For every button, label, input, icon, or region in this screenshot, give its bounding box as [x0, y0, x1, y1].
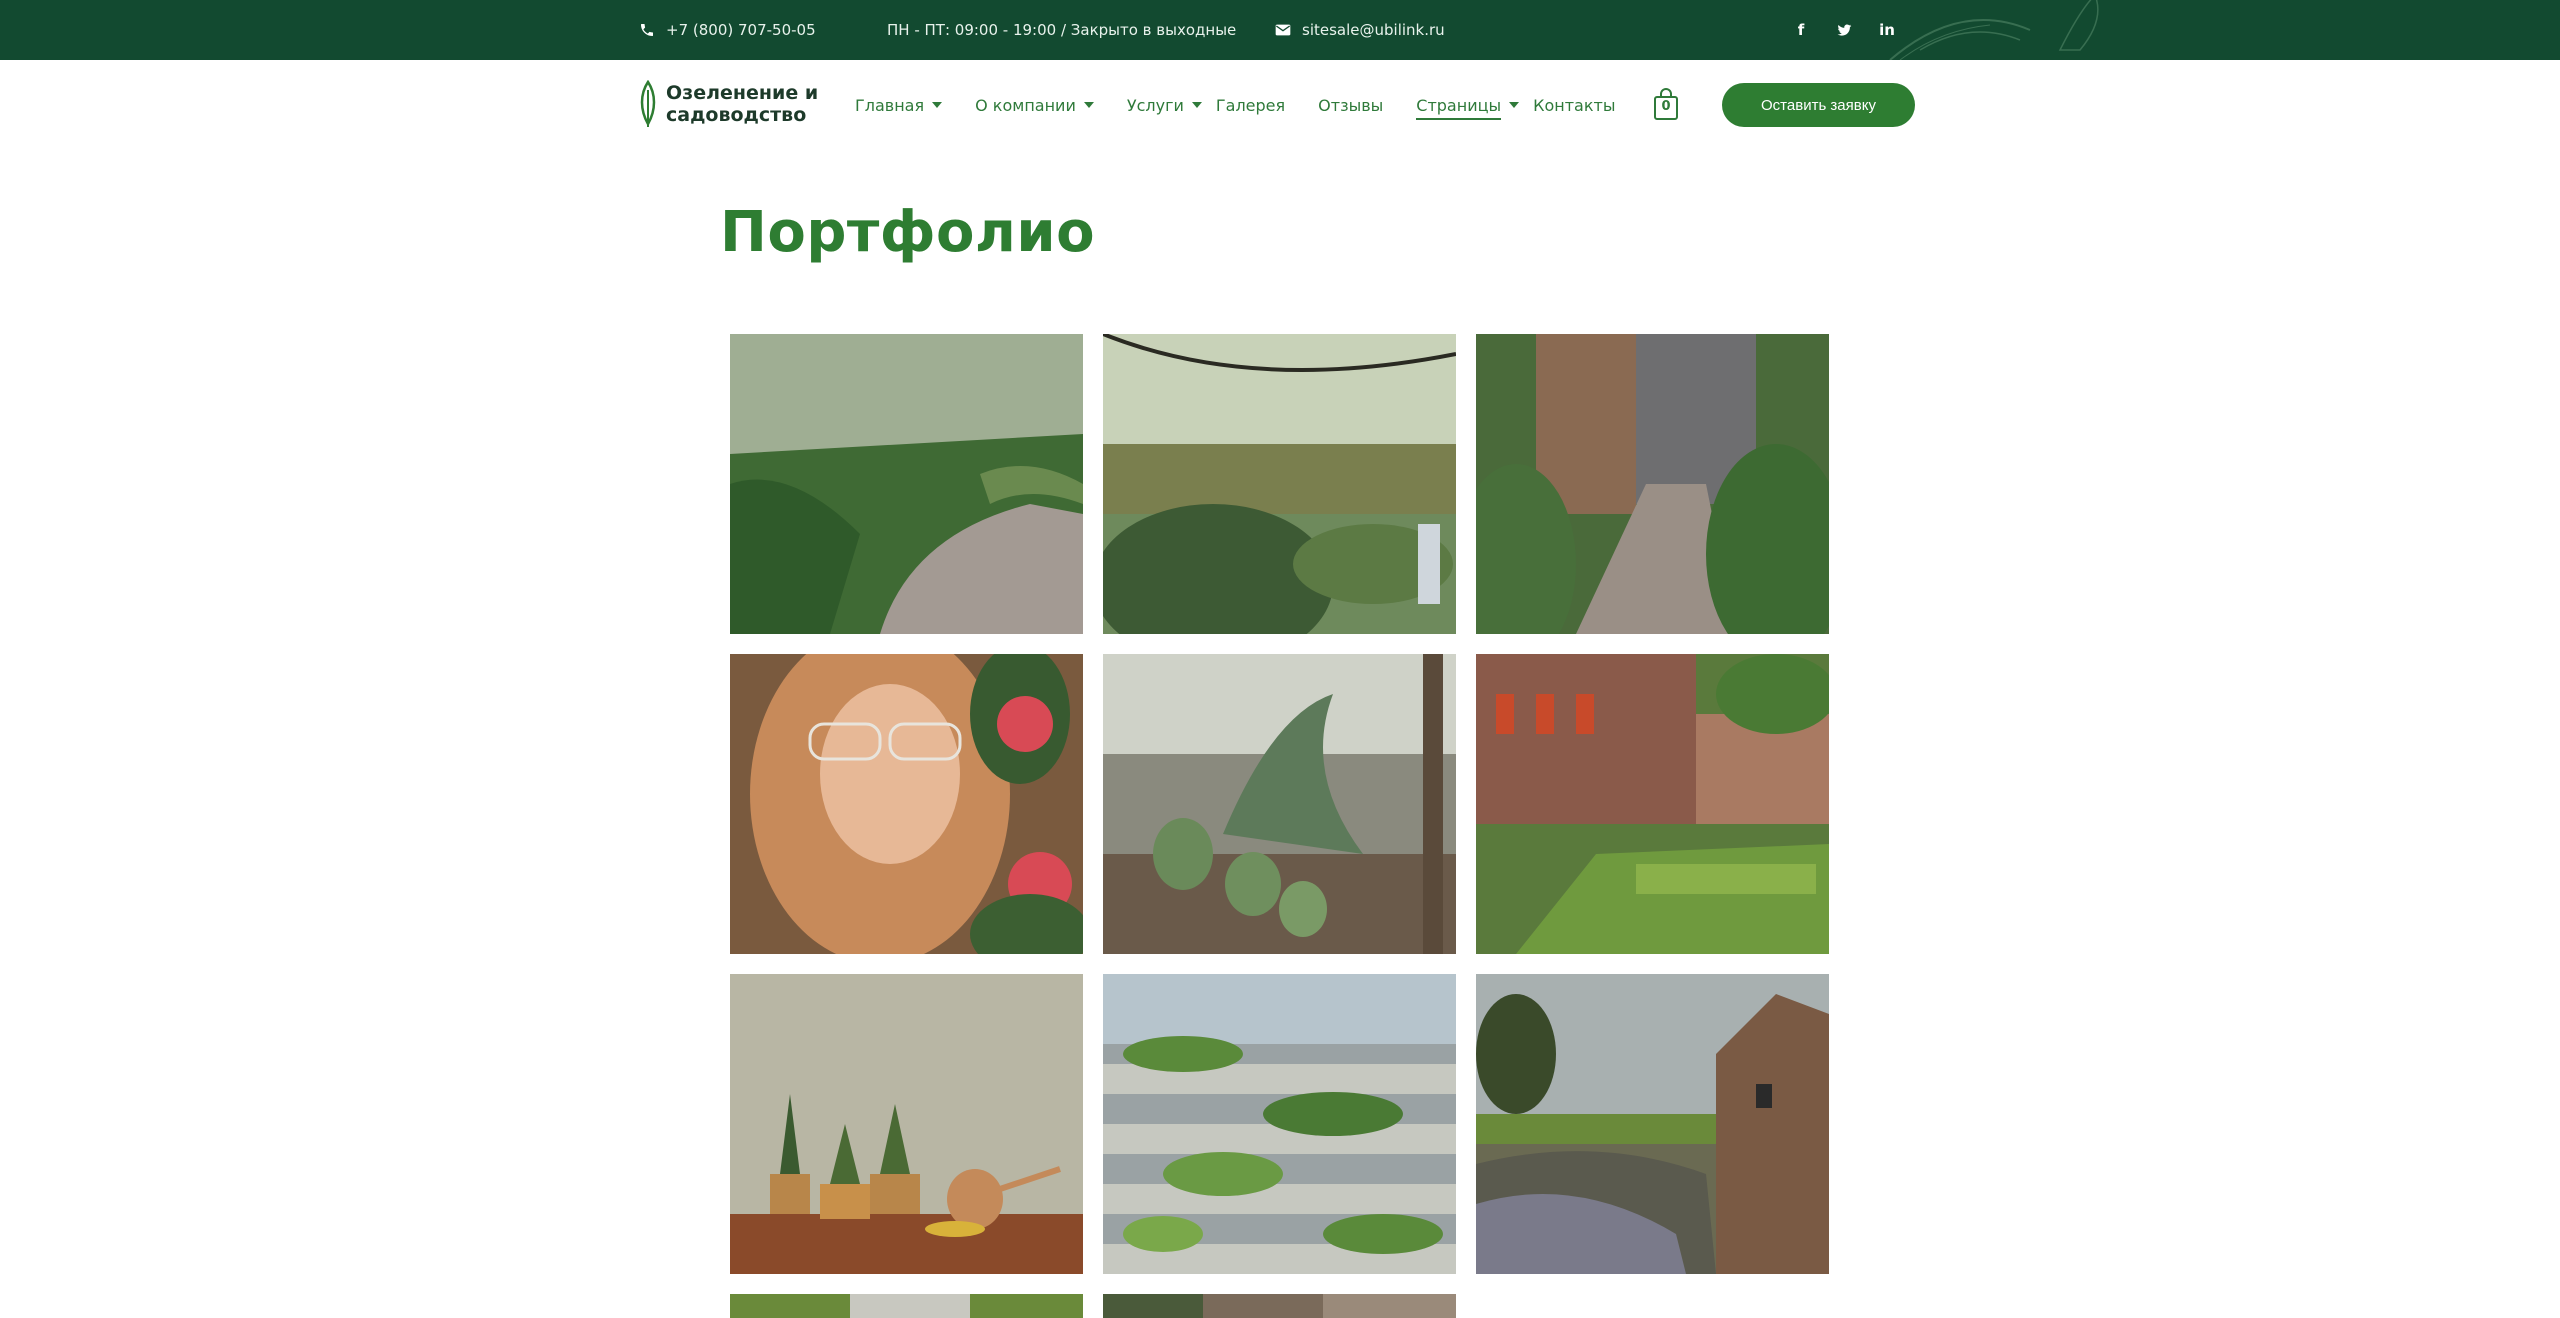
nav-item-pages[interactable]: Страницы	[1416, 90, 1520, 120]
chevron-down-icon	[1191, 102, 1202, 108]
garden-partial-image	[730, 1294, 1083, 1318]
chevron-down-icon	[932, 102, 943, 108]
logo-text: Озеленение и садоводство	[666, 82, 819, 126]
nav-label: Услуги	[1126, 95, 1184, 115]
gallery-item[interactable]	[730, 974, 1083, 1274]
gallery-item[interactable]	[730, 654, 1083, 954]
twitter-icon[interactable]	[1833, 19, 1855, 41]
nav-label: Галерея	[1215, 95, 1286, 115]
gallery-item[interactable]	[1476, 334, 1829, 634]
nav-label: Контакты	[1533, 95, 1616, 115]
nav-label: Страницы	[1416, 95, 1502, 115]
nav-item-contacts[interactable]: Контакты	[1533, 90, 1615, 120]
courtyard-garden-image	[1476, 334, 1829, 634]
brick-house-garden-image	[1476, 654, 1829, 954]
gallery-item[interactable]	[1103, 334, 1456, 634]
cart-button[interactable]: 0	[1653, 87, 1679, 121]
linkedin-icon[interactable]: in	[1876, 19, 1898, 41]
nav-item-gallery[interactable]: Галерея	[1216, 90, 1285, 120]
gallery-item[interactable]	[730, 1294, 1083, 1318]
gallery-item[interactable]	[1103, 974, 1456, 1274]
phone-icon	[638, 21, 656, 39]
email-address: sitesale@ubilink.ru	[1302, 21, 1445, 39]
woman-with-roses-image	[730, 654, 1083, 954]
cottage-lavender-image	[1476, 974, 1829, 1274]
chevron-down-icon	[1509, 102, 1520, 108]
request-button[interactable]: Оставить заявку	[1722, 83, 1915, 127]
gallery-item[interactable]	[1476, 974, 1829, 1274]
linkedin-link[interactable]: in	[1876, 0, 1898, 60]
leaf-decoration-icon	[1889, 0, 2099, 60]
facebook-link[interactable]: f	[1790, 0, 1812, 60]
twitter-link[interactable]	[1833, 0, 1855, 60]
nav-item-reviews[interactable]: Отзывы	[1318, 90, 1383, 120]
top-bar: +7 (800) 707-50-05 ПН - ПТ: 09:00 - 19:0…	[0, 0, 2560, 60]
nav-label: Отзывы	[1318, 95, 1384, 115]
nav-item-about[interactable]: О компании	[975, 90, 1094, 120]
mail-icon	[1274, 21, 1292, 39]
gallery-item[interactable]	[730, 334, 1083, 634]
phone-number: +7 (800) 707-50-05	[666, 21, 816, 39]
chevron-down-icon	[1083, 102, 1094, 108]
main-navigation: Главная О компании Услуги Галерея Отзывы…	[855, 60, 1648, 150]
topbar-email[interactable]: sitesale@ubilink.ru	[1274, 0, 1445, 60]
nav-item-services[interactable]: Услуги	[1127, 90, 1202, 120]
gallery-item[interactable]	[1476, 654, 1829, 954]
house-partial-image	[1103, 1294, 1456, 1318]
topbar-hours: ПН - ПТ: 09:00 - 19:00 / Закрыто в выход…	[887, 0, 1236, 60]
page-title: Портфолио	[720, 200, 1096, 265]
potted-plants-image	[730, 974, 1083, 1274]
nav-label: Главная	[855, 95, 925, 115]
garden-path-image	[730, 334, 1083, 634]
site-logo[interactable]: Озеленение и садоводство	[638, 80, 836, 128]
gallery-item[interactable]	[1103, 654, 1456, 954]
gallery-item[interactable]	[1103, 1294, 1456, 1318]
terraced-building-image	[1103, 974, 1456, 1274]
leaf-icon	[640, 80, 656, 127]
topbar-phone[interactable]: +7 (800) 707-50-05	[638, 0, 816, 60]
cart-count: 0	[1661, 99, 1671, 114]
cactus-greenhouse-image	[1103, 654, 1456, 954]
facebook-icon[interactable]: f	[1790, 19, 1812, 41]
japanese-garden-image	[1103, 334, 1456, 634]
nav-item-home[interactable]: Главная	[855, 90, 943, 120]
main-header: Озеленение и садоводство Главная О компа…	[0, 60, 2560, 150]
working-hours: ПН - ПТ: 09:00 - 19:00 / Закрыто в выход…	[887, 21, 1237, 39]
nav-label: О компании	[975, 95, 1076, 115]
